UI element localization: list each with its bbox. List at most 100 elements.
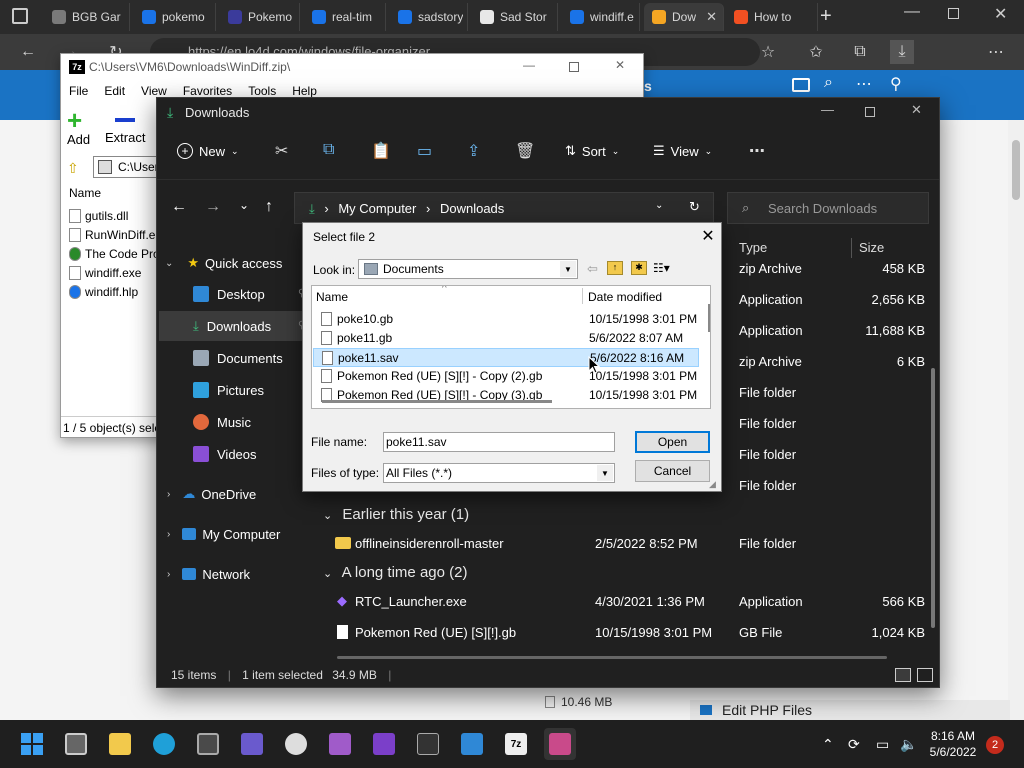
nav-videos[interactable]: Videos <box>193 439 313 469</box>
nav-my-computer[interactable]: › My Computer <box>167 519 313 549</box>
network-icon[interactable]: ▭ <box>876 736 889 753</box>
browser-minimize-button[interactable]: — <box>904 3 920 21</box>
browser-tab[interactable]: BGB Gar <box>44 3 130 31</box>
column-name[interactable]: Name <box>316 290 348 304</box>
taskbar-app-gamepad[interactable] <box>280 728 312 760</box>
share-icon[interactable]: ⇪ <box>467 141 480 161</box>
file-row[interactable]: Pokemon Red (UE) [S][!].gb 10/15/1998 3:… <box>317 617 929 648</box>
edit-php-link[interactable]: Edit PHP Files <box>690 700 1010 720</box>
notification-badge[interactable]: 2 <box>986 736 1004 754</box>
chevron-down-icon[interactable]: ▼ <box>597 465 613 481</box>
browser-sidebar-icon[interactable] <box>12 8 28 24</box>
group-earlier-this-year[interactable]: ⌄ Earlier this year (1) <box>323 506 469 523</box>
file-row[interactable]: ◆ RTC_Launcher.exe 4/30/2021 1:36 PM App… <box>317 586 929 617</box>
taskbar-7zip[interactable]: 7z <box>500 728 532 760</box>
sort-button[interactable]: ⇅ Sort ⌄ <box>565 143 619 159</box>
tray-chevron-icon[interactable]: ⌃ <box>822 736 834 753</box>
browser-close-button[interactable]: ✕ <box>994 4 1007 24</box>
more-icon[interactable]: ⋯ <box>856 74 872 94</box>
search-icon[interactable]: ⌕ <box>824 74 833 92</box>
menu-view[interactable]: View <box>141 84 167 98</box>
view-menu-icon[interactable]: ☷▾ <box>653 261 677 275</box>
refresh-icon[interactable]: ↻ <box>689 199 700 215</box>
sevenzip-close-button[interactable]: ✕ <box>615 58 625 72</box>
taskbar-remote[interactable] <box>456 728 488 760</box>
look-in-select[interactable]: Documents ▼ <box>358 259 578 279</box>
explorer-scrollbar[interactable] <box>931 368 935 628</box>
browser-tab[interactable]: pokemo <box>134 3 216 31</box>
resize-grip-icon[interactable]: ◢ <box>709 479 716 490</box>
forward-icon[interactable]: → <box>205 198 221 216</box>
downloads-icon[interactable]: ⤓ <box>890 40 914 64</box>
tab-close-icon[interactable]: ✕ <box>706 9 717 25</box>
explorer-minimize-button[interactable]: — <box>821 102 834 117</box>
explorer-search-box[interactable]: ⌕ Search Downloads <box>727 192 929 224</box>
delete-icon[interactable]: 🗑 <box>515 141 535 161</box>
task-view-button[interactable] <box>60 728 92 760</box>
favorites-icon[interactable]: ✩ <box>804 40 828 64</box>
back-icon[interactable]: ← <box>171 198 187 216</box>
file-row[interactable]: offlineinsiderenroll-master 2/5/2022 8:5… <box>317 528 929 559</box>
menu-tools[interactable]: Tools <box>248 84 276 98</box>
zip-file-item[interactable]: windiff.exe <box>61 263 161 282</box>
more-icon[interactable]: ⋯ <box>984 40 1008 64</box>
cut-icon[interactable]: ✂ <box>275 141 288 161</box>
back-icon[interactable]: ⇦ <box>587 261 598 277</box>
nav-quick-access[interactable]: ⌄ ★ Quick access <box>165 248 315 278</box>
pin-icon[interactable]: ⚲ <box>890 74 902 94</box>
dialog-close-button[interactable]: ✕ <box>699 227 717 245</box>
browser-tab[interactable]: Dow ✕ <box>644 3 724 31</box>
nav-pictures[interactable]: Pictures <box>193 375 313 405</box>
zip-file-item[interactable]: gutils.dll <box>61 206 161 225</box>
taskbar-windiff[interactable] <box>544 728 576 760</box>
volume-icon[interactable]: 🔈 <box>900 736 917 753</box>
recent-chevron-icon[interactable]: ⌄ <box>239 198 249 212</box>
sevenzip-path-input[interactable]: C:\User <box>93 156 157 178</box>
list-h-scrollbar[interactable] <box>322 400 552 403</box>
new-button[interactable]: + New ⌄ <box>177 143 239 159</box>
taskbar-clock[interactable]: 8:16 AM 5/6/2022 <box>918 728 988 760</box>
file-type-select[interactable]: All Files (*.*) ▼ <box>383 463 615 483</box>
folder-icon[interactable] <box>792 78 810 92</box>
nav-downloads[interactable]: ⤓ Downloads <box>159 311 313 341</box>
nav-network[interactable]: › Network <box>167 559 313 589</box>
menu-edit[interactable]: Edit <box>104 84 125 98</box>
sevenzip-minimize-button[interactable]: — <box>523 58 535 72</box>
file-name-input[interactable]: poke11.sav <box>383 432 615 452</box>
nav-music[interactable]: Music <box>193 407 313 437</box>
menu-file[interactable]: File <box>69 84 88 98</box>
explorer-maximize-button[interactable] <box>865 107 875 117</box>
menu-favorites[interactable]: Favorites <box>183 84 232 98</box>
taskbar-app-triangle[interactable] <box>236 728 268 760</box>
address-dropdown-icon[interactable]: ⌄ <box>655 200 663 211</box>
sevenzip-maximize-button[interactable] <box>569 62 579 72</box>
up-folder-icon[interactable]: ↑ <box>607 261 623 275</box>
tiles-view-icon[interactable] <box>917 668 933 682</box>
sevenzip-column-name[interactable]: Name <box>69 186 101 200</box>
paste-icon[interactable]: 📋 <box>371 141 391 161</box>
zip-file-item[interactable]: windiff.hlp <box>61 282 161 301</box>
taskbar-app-notes[interactable] <box>324 728 356 760</box>
breadcrumb-downloads[interactable]: Downloads <box>440 201 504 216</box>
browser-tab[interactable]: windiff.e <box>562 3 640 31</box>
start-button[interactable] <box>16 728 48 760</box>
security-icon[interactable]: ⟳ <box>848 736 860 753</box>
nav-desktop[interactable]: Desktop <box>193 279 313 309</box>
back-icon[interactable]: ← <box>16 40 40 64</box>
taskbar-store[interactable] <box>192 728 224 760</box>
dialog-file-row[interactable]: poke10.gb 10/15/1998 3:01 PM <box>313 310 699 329</box>
dialog-file-row[interactable]: poke11.sav 5/6/2022 8:16 AM <box>313 348 699 367</box>
explorer-address-bar[interactable]: ⤓ › My Computer › Downloads ⌄ ↻ <box>294 192 714 224</box>
browser-restore-button[interactable] <box>948 8 959 19</box>
details-view-icon[interactable] <box>895 668 911 682</box>
list-v-scrollbar[interactable] <box>708 304 710 332</box>
copy-icon[interactable]: ⧉ <box>323 141 334 159</box>
menu-help[interactable]: Help <box>292 84 317 98</box>
more-icon[interactable]: ⋯ <box>749 141 765 161</box>
taskbar-terminal[interactable] <box>412 728 444 760</box>
rename-icon[interactable]: ▭ <box>417 141 432 161</box>
collections-icon[interactable]: ⧉ <box>848 40 872 64</box>
taskbar-app-monster[interactable] <box>368 728 400 760</box>
zip-file-item[interactable]: RunWinDiff.e <box>61 225 161 244</box>
group-long-time-ago[interactable]: ⌄ A long time ago (2) <box>323 564 467 581</box>
